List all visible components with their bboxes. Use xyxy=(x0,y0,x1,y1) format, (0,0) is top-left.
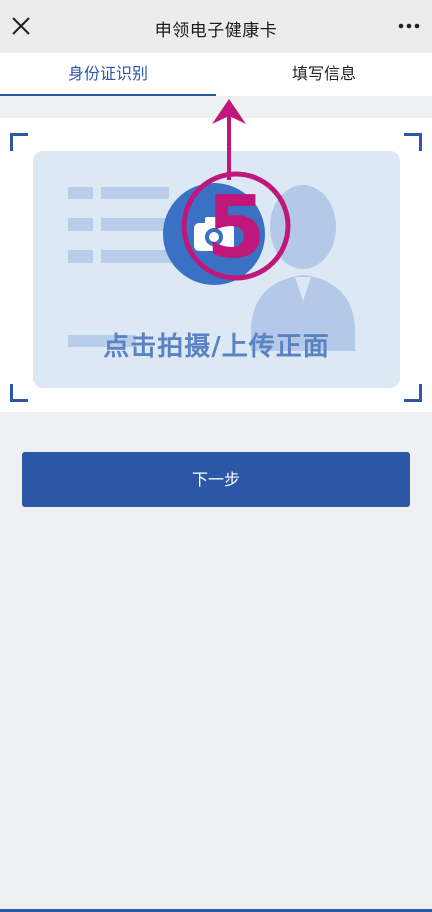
top-bar: 申领电子健康卡 xyxy=(0,0,432,53)
next-step-button[interactable]: 下一步 xyxy=(22,452,410,507)
tab-bar: 身份证识别 填写信息 xyxy=(0,53,432,96)
tab-id-card-recognition[interactable]: 身份证识别 xyxy=(0,53,216,96)
id-card-upload-area: 点击拍摄/上传正面 xyxy=(0,118,432,412)
camera-icon xyxy=(163,183,265,285)
frame-corner-bottom-right xyxy=(404,384,422,402)
tab-fill-info[interactable]: 填写信息 xyxy=(216,53,432,96)
active-tab-indicator xyxy=(0,94,216,96)
frame-corner-top-left xyxy=(10,133,28,151)
frame-corner-bottom-left xyxy=(10,384,28,402)
more-icon[interactable] xyxy=(396,15,422,37)
frame-corner-top-right xyxy=(404,133,422,151)
id-card-front-upload[interactable]: 点击拍摄/上传正面 xyxy=(33,151,400,388)
upload-front-label: 点击拍摄/上传正面 xyxy=(103,332,330,362)
page-title: 申领电子健康卡 xyxy=(154,21,278,41)
